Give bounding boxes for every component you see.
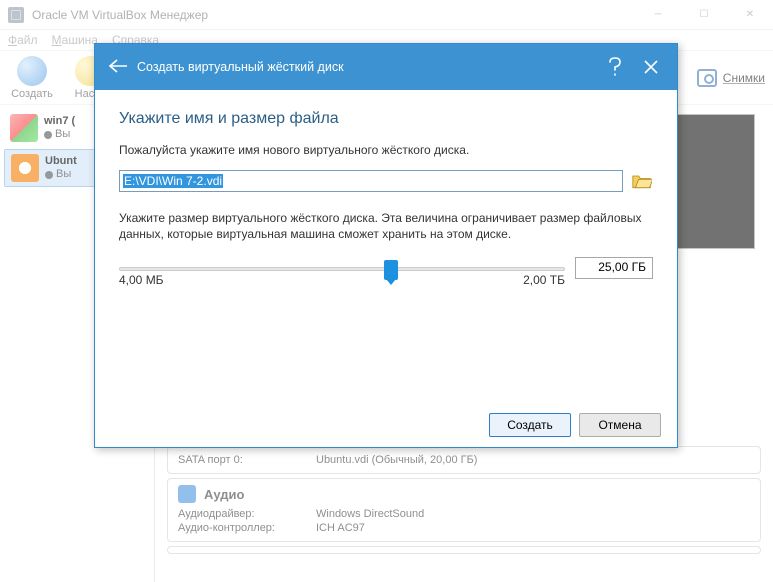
create-disk-dialog: Создать виртуальный жёсткий диск Укажите… [94, 43, 678, 448]
disk-path-value: E:\VDI\Win 7-2.vdi [123, 174, 223, 188]
slider-thumb[interactable] [384, 260, 398, 280]
storage-section: SATA порт 0: Ubuntu.vdi (Обычный, 20,00 … [167, 446, 761, 474]
dialog-heading: Укажите имя и размер файла [119, 110, 653, 128]
cancel-button[interactable]: Отмена [579, 413, 661, 437]
size-slider-area: 25,00 ГБ 4,00 МБ 2,00 ТБ [119, 261, 653, 287]
audio-controller-label: Аудио-контроллер: [178, 522, 298, 534]
vm-name: win7 ( [44, 115, 75, 128]
help-button[interactable] [597, 44, 633, 90]
slider-min-label: 4,00 МБ [119, 273, 164, 287]
camera-icon [697, 69, 717, 87]
vm-name: Ubunt [45, 155, 77, 168]
sata-port-label: SATA порт 0: [178, 454, 298, 466]
dialog-instruction-2: Укажите размер виртуального жёсткого дис… [119, 210, 653, 242]
windows-icon [10, 114, 38, 142]
browse-folder-button[interactable] [631, 170, 653, 192]
toolbar-create[interactable]: Создать [8, 56, 56, 100]
disk-path-input[interactable]: E:\VDI\Win 7-2.vdi [119, 170, 623, 192]
close-button[interactable]: ✕ [727, 0, 773, 30]
next-section-edge [167, 546, 761, 554]
dialog-title: Создать виртуальный жёсткий диск [133, 60, 597, 74]
window-title: Oracle VM VirtualBox Менеджер [32, 8, 635, 22]
sata-port-value: Ubuntu.vdi (Обычный, 20,00 ГБ) [316, 454, 477, 466]
dialog-instruction-1: Пожалуйста укажите имя нового виртуально… [119, 142, 653, 158]
maximize-button[interactable]: ☐ [681, 0, 727, 30]
create-button[interactable]: Создать [489, 413, 571, 437]
size-slider[interactable] [119, 267, 565, 271]
slider-max-label: 2,00 ТБ [523, 273, 565, 287]
toolbar-snapshots[interactable]: Снимки [697, 69, 765, 87]
back-button[interactable] [103, 57, 133, 78]
main-titlebar: Oracle VM VirtualBox Менеджер ─ ☐ ✕ [0, 0, 773, 30]
menu-file[interactable]: Файл [8, 33, 38, 47]
size-value-box[interactable]: 25,00 ГБ [575, 257, 653, 279]
app-icon [8, 7, 24, 23]
vm-state: Вы [44, 128, 75, 141]
toolbar-create-label: Создать [11, 88, 53, 100]
audio-section: Аудио Аудиодрайвер: Windows DirectSound А… [167, 478, 761, 542]
menu-machine[interactable]: Машина [52, 33, 98, 47]
dialog-header: Создать виртуальный жёсткий диск [95, 44, 677, 90]
audio-heading: Аудио [204, 487, 244, 502]
dialog-close-button[interactable] [633, 44, 669, 90]
audio-controller-value: ICH AC97 [316, 522, 365, 534]
audio-driver-label: Аудиодрайвер: [178, 508, 298, 520]
minimize-button[interactable]: ─ [635, 0, 681, 30]
dialog-footer: Создать Отмена [95, 401, 677, 447]
audio-driver-value: Windows DirectSound [316, 508, 424, 520]
dialog-body: Укажите имя и размер файла Пожалуйста ук… [95, 90, 677, 401]
vm-state: Вы [45, 168, 77, 181]
ubuntu-icon [11, 154, 39, 182]
sun-icon [17, 56, 47, 86]
speaker-icon [178, 485, 196, 503]
toolbar-snapshots-label: Снимки [723, 71, 765, 85]
